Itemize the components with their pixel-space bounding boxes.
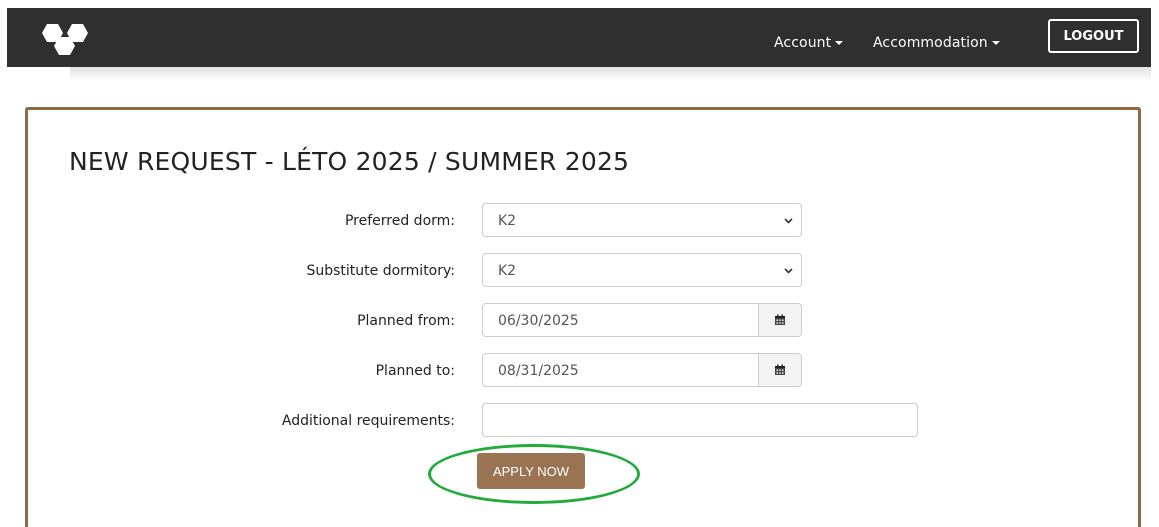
nav-account-menu[interactable]: Account bbox=[774, 35, 844, 51]
planned-from-calendar-button[interactable] bbox=[758, 304, 801, 336]
additional-requirements-input[interactable] bbox=[482, 403, 918, 437]
nav-accommodation-menu[interactable]: Accommodation bbox=[873, 35, 1000, 51]
additional-requirements-label: Additional requirements: bbox=[281, 413, 455, 429]
top-navbar: Account Accommodation LOGOUT bbox=[7, 8, 1151, 67]
substitute-dormitory-value: K2 bbox=[498, 263, 517, 279]
planned-from-label: Planned from: bbox=[357, 313, 455, 329]
nav-accommodation-label: Accommodation bbox=[873, 35, 988, 51]
chevron-down-icon bbox=[784, 268, 793, 274]
planned-to-label: Planned to: bbox=[375, 363, 455, 379]
caret-down-icon bbox=[991, 41, 1000, 45]
page-title: NEW REQUEST - LÉTO 2025 / SUMMER 2025 bbox=[69, 147, 630, 176]
caret-down-icon bbox=[835, 41, 844, 45]
calendar-icon bbox=[775, 314, 785, 325]
nav-account-label: Account bbox=[774, 35, 832, 51]
planned-from-input[interactable]: 06/30/2025 bbox=[482, 303, 802, 337]
planned-to-value: 08/31/2025 bbox=[498, 363, 579, 379]
navbar-shadow bbox=[70, 67, 1151, 81]
planned-to-calendar-button[interactable] bbox=[758, 354, 801, 386]
preferred-dorm-label: Preferred dorm: bbox=[344, 213, 455, 229]
substitute-dormitory-label: Substitute dormitory: bbox=[306, 263, 455, 279]
apply-now-button[interactable]: APPLY NOW bbox=[477, 453, 585, 489]
substitute-dormitory-select[interactable]: K2 bbox=[482, 253, 802, 287]
preferred-dorm-value: K2 bbox=[498, 213, 517, 229]
planned-from-value: 06/30/2025 bbox=[498, 313, 579, 329]
chevron-down-icon bbox=[784, 218, 793, 224]
calendar-icon bbox=[775, 364, 785, 375]
preferred-dorm-select[interactable]: K2 bbox=[482, 203, 802, 237]
planned-to-input[interactable]: 08/31/2025 bbox=[482, 353, 802, 387]
logout-button[interactable]: LOGOUT bbox=[1048, 19, 1139, 53]
hexagon-cluster-logo[interactable] bbox=[37, 22, 99, 58]
